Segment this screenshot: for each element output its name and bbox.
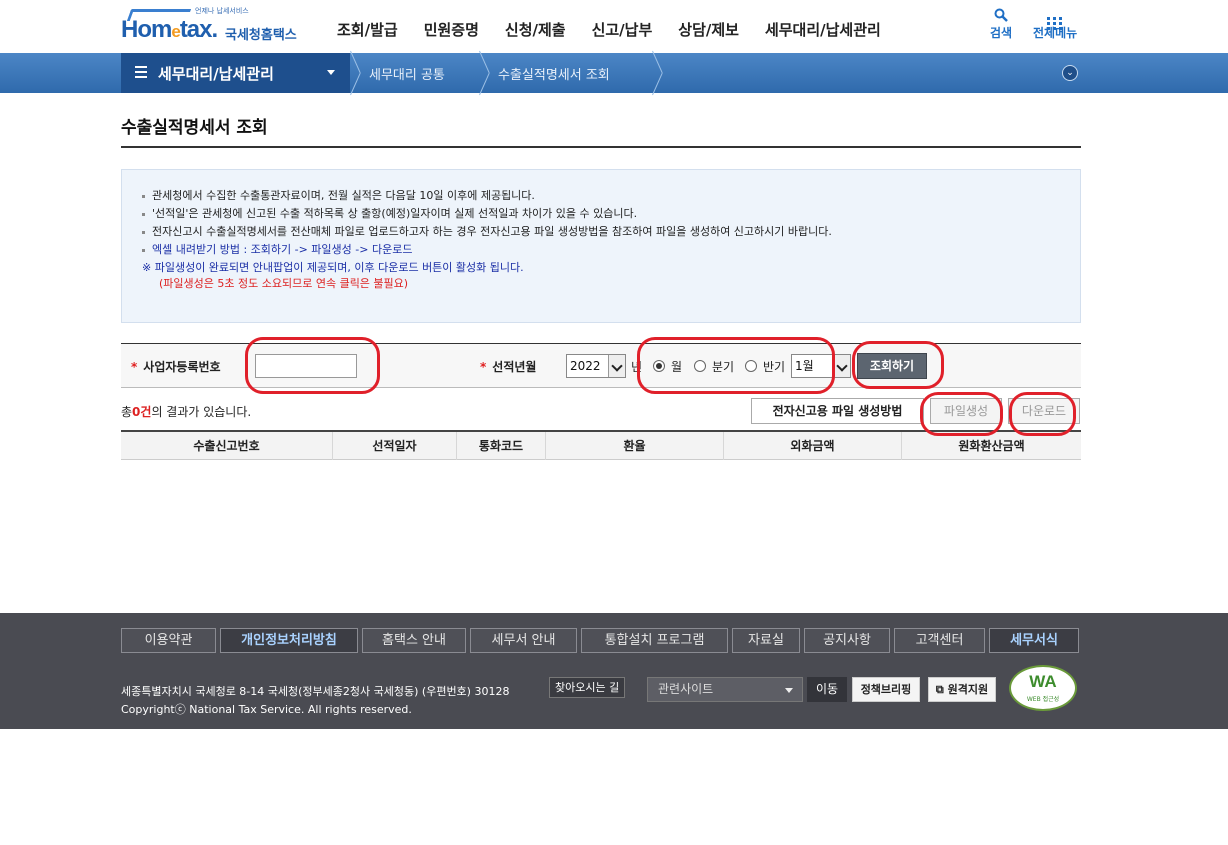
info-line: 전자신고시 수출실적명세서를 전산매체 파일로 업로드하고자 하는 경우 전자신…: [142, 223, 832, 239]
policy-briefing-link[interactable]: 정책브리핑: [852, 677, 920, 702]
grid-menu-icon: [1033, 8, 1077, 30]
footer-link-library[interactable]: 자료실: [732, 628, 800, 653]
hometax-logo[interactable]: 언제나 납세서비스 Hometax. 국세청홈택스: [121, 6, 306, 48]
info-line: 관세청에서 수집한 수출통관자료이며, 전월 실적은 다음달 10일 이후에 제…: [142, 187, 535, 203]
search-label: 검색: [990, 26, 1013, 40]
logo-tagline: 언제나 납세서비스: [195, 7, 249, 15]
result-summary: 총0건의 결과가 있습니다.: [121, 405, 252, 419]
col-ship-date: 선적일자: [333, 432, 457, 460]
footer-links: 이용약관 개인정보처리방침 홈택스 안내 세무서 안내 통합설치 프로그램 자료…: [121, 628, 1079, 653]
biz-number-label: * 사업자등록번호: [131, 360, 221, 374]
breadcrumb-item-common[interactable]: 세무대리 공통: [369, 64, 445, 83]
info-notice-sub: (파일생성은 5초 정도 소요되므로 연속 클릭은 불필요): [159, 277, 409, 290]
info-line-excel: 엑셀 내려받기 방법 : 조회하기 -> 파일생성 -> 다운로드: [142, 241, 412, 257]
annotation-circle-download: [1009, 392, 1076, 436]
file-method-button[interactable]: 전자신고용 파일 생성방법: [751, 398, 924, 424]
col-foreign-amount: 외화금액: [724, 432, 902, 460]
annotation-circle-biz-number: [245, 337, 380, 394]
gnb-item-filing[interactable]: 신고/납부: [592, 19, 653, 40]
info-box: 관세청에서 수집한 수출통관자료이며, 전월 실적은 다음달 10일 이후에 제…: [121, 169, 1081, 323]
related-sites-go-button[interactable]: 이동: [807, 677, 847, 702]
sub-navbar: 세무대리/납세관리 세무대리 공통 수출실적명세서 조회 ⌄: [0, 53, 1228, 93]
footer: 이용약관 개인정보처리방침 홈택스 안내 세무서 안내 통합설치 프로그램 자료…: [0, 613, 1228, 729]
all-menu-label: 전체메뉴: [1033, 26, 1078, 40]
footer-link-notice[interactable]: 공지사항: [804, 628, 890, 653]
category-menu-dropdown[interactable]: 세무대리/납세관리: [121, 53, 350, 93]
hamburger-icon: [135, 66, 147, 81]
col-export-number: 수출신고번호: [121, 432, 333, 460]
footer-link-customer[interactable]: 고객센터: [894, 628, 985, 653]
wa-certification-mark: WA WEB 접근성: [1009, 665, 1077, 711]
footer-address: 세종특별자치시 국세청로 8-14 국세청(정부세종2청사 국세청동) (우편번…: [121, 685, 510, 698]
ship-month-label: * 선적년월: [480, 360, 537, 374]
footer-copyright: Copyrightⓒ National Tax Service. All rig…: [121, 703, 412, 716]
directions-button[interactable]: 찾아오시는 길: [549, 677, 626, 698]
remote-support-link[interactable]: ⧉ 원격지원: [928, 677, 996, 702]
gnb-item-certificates[interactable]: 민원증명: [424, 19, 479, 40]
annotation-circle-file: [920, 392, 1003, 436]
footer-link-install[interactable]: 통합설치 프로그램: [581, 628, 728, 653]
expand-chevron-icon[interactable]: ⌄: [1062, 65, 1078, 81]
breadcrumb-chevron-icon: [650, 53, 664, 93]
gnb-item-application[interactable]: 신청/제출: [505, 19, 566, 40]
annotation-circle-query: [852, 341, 944, 389]
result-count: 0건: [132, 405, 152, 419]
footer-link-hometax-guide[interactable]: 홈택스 안내: [362, 628, 466, 653]
footer-link-taxoffice[interactable]: 세무서 안내: [470, 628, 577, 653]
header: 언제나 납세서비스 Hometax. 국세청홈택스 조회/발급 민원증명 신청/…: [0, 0, 1228, 53]
breadcrumb-item-export[interactable]: 수출실적명세서 조회: [498, 64, 610, 83]
gnb-item-tax-agent[interactable]: 세무대리/납세관리: [765, 19, 881, 40]
col-won-amount: 원화환산금액: [958, 439, 1025, 453]
annotation-circle-period: [637, 337, 835, 394]
dropdown-arrow-icon: [608, 355, 625, 377]
breadcrumb-chevron-icon: [348, 53, 362, 93]
page-title: 수출실적명세서 조회: [121, 118, 268, 138]
all-menu-button[interactable]: 전체메뉴: [1033, 8, 1077, 41]
col-currency: 통화코드: [457, 432, 546, 460]
search-icon: [990, 8, 1012, 24]
related-sites-select[interactable]: 관련사이트: [647, 677, 803, 702]
gnb-item-inquiry[interactable]: 조회/발급: [337, 19, 398, 40]
global-nav: 조회/발급 민원증명 신청/제출 신고/납부 상담/제보 세무대리/납세관리: [337, 19, 907, 40]
search-button[interactable]: 검색: [990, 8, 1012, 41]
caret-down-icon: [327, 70, 335, 75]
category-title: 세무대리/납세관리: [158, 65, 274, 83]
year-select[interactable]: 2022: [566, 354, 626, 378]
footer-link-privacy[interactable]: 개인정보처리방침: [220, 628, 358, 653]
gnb-item-consulting[interactable]: 상담/제보: [678, 19, 739, 40]
dropdown-arrow-icon: [833, 355, 850, 377]
footer-link-terms[interactable]: 이용약관: [121, 628, 216, 653]
breadcrumb-chevron-icon: [477, 53, 491, 93]
logo-korean-name: 국세청홈택스: [225, 28, 297, 43]
info-line: '선적일'은 관세청에 신고된 수출 적하목록 상 출항(예정)일자이며 실제 …: [142, 205, 637, 221]
title-divider: [121, 146, 1081, 148]
remote-support-icon: ⧉: [935, 683, 948, 696]
info-notice: ※ 파일생성이 완료되면 안내팝업이 제공되며, 이후 다운로드 버튼이 활성화…: [142, 261, 524, 274]
footer-link-tax-forms[interactable]: 세무서식: [989, 628, 1079, 653]
logo-wordmark: Hometax.: [121, 16, 218, 43]
col-exchange-rate: 환율: [546, 432, 724, 460]
